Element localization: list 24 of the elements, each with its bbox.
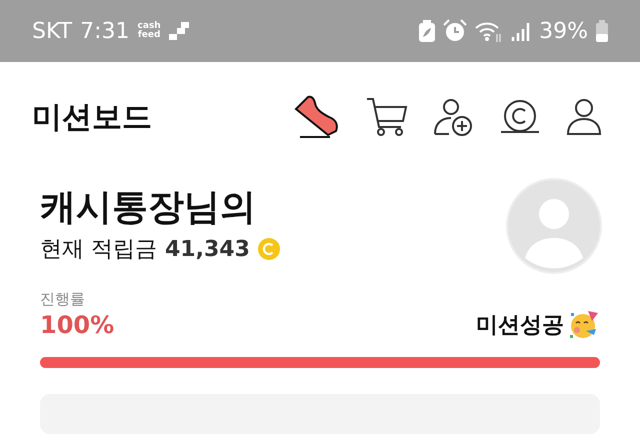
balance-label: 현재 적립금: [40, 236, 157, 264]
stairs-icon: [168, 22, 189, 40]
progress-percent: 100%: [40, 311, 114, 339]
wifi-icon: [475, 20, 504, 42]
page-title: 미션보드: [32, 98, 152, 136]
sneaker-icon[interactable]: [294, 95, 340, 139]
battery-percent: 39%: [539, 18, 588, 44]
alarm-icon: [443, 19, 468, 43]
battery-icon: [596, 20, 608, 42]
cart-icon[interactable]: [366, 97, 408, 137]
carrier: SKT: [32, 18, 72, 44]
mission-status: 미션성공: [476, 312, 564, 340]
add-user-icon[interactable]: [434, 98, 474, 136]
balance-amount: 41,343: [165, 236, 250, 262]
user-name: 캐시통장님의: [40, 186, 257, 230]
progress-label: 진행률: [40, 290, 86, 309]
signal-icon: [511, 21, 532, 41]
user-icon[interactable]: [566, 98, 602, 136]
clock: 7:31: [80, 18, 130, 44]
coin-icon[interactable]: [500, 100, 540, 134]
app-logo: cash feed: [138, 22, 161, 40]
coin-icon: [258, 238, 280, 260]
party-face-icon: [568, 309, 600, 341]
battery-saver-icon: [419, 20, 436, 42]
